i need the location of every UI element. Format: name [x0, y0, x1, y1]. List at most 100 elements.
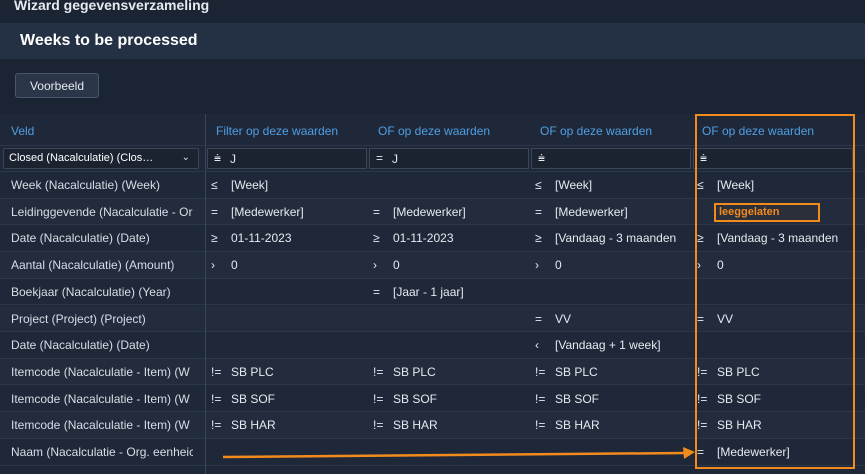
table-row[interactable]: Itemcode (Nacalculatie - Item) (W != SB HA… [0, 412, 865, 439]
filter-input-1-value: J [230, 152, 236, 166]
filter-input-4[interactable]: ⩧ [693, 148, 853, 169]
filter-value: 0 [231, 258, 238, 273]
row-filter-cell-4[interactable]: ≥ [Vandaag - 3 maanden [697, 225, 847, 251]
column-header-filter-1: Filter op deze waarden [216, 124, 339, 138]
row-filter-cell-1[interactable] [211, 332, 361, 358]
row-field-label: Naam (Nacalculatie - Org. eenheic [11, 445, 193, 459]
filter-value: SB HAR [717, 418, 762, 433]
row-filter-cell-2[interactable] [373, 306, 523, 332]
grid-header: Veld Filter op deze waarden OF op deze w… [0, 114, 865, 146]
row-filter-cell-3[interactable]: != SB PLC [535, 359, 685, 385]
filter-value: [Medewerker] [717, 445, 790, 459]
filter-value: SB PLC [717, 364, 760, 379]
filter-value: 01-11-2023 [231, 231, 292, 246]
filter-icon: ⩧ [214, 151, 222, 165]
table-row[interactable]: Week (Nacalculatie) (Week) ≤ [Week] ≤ [Week]… [0, 172, 865, 199]
filter-value: SB HAR [231, 418, 276, 433]
row-filter-cell-4[interactable] [697, 332, 847, 358]
row-filter-cell-1[interactable]: ≤ [Week] [211, 172, 361, 198]
row-filter-cell-3[interactable]: != SB HAR [535, 412, 685, 438]
row-filter-cell-3[interactable]: = [Medewerker] [535, 199, 685, 225]
row-filter-cell-3[interactable] [535, 279, 685, 305]
row-field-label: Itemcode (Nacalculatie - Item) (W [11, 391, 190, 406]
row-filter-cell-4[interactable]: = VV [697, 306, 847, 332]
filter-value: 0 [717, 258, 724, 273]
filter-value: SB SOF [555, 391, 600, 406]
row-filter-cell-2[interactable] [373, 172, 523, 198]
filter-input-3[interactable]: ⩧ [531, 148, 691, 169]
operator-symbol: = [211, 204, 219, 219]
operator-symbol: = [373, 284, 381, 299]
page-header: Weeks to be processed [0, 23, 865, 59]
operator-symbol: != [535, 391, 546, 406]
row-filter-cell-1[interactable] [211, 439, 361, 465]
row-filter-cell-1[interactable]: = [Medewerker] [211, 199, 361, 225]
operator-symbol: ≥ [373, 231, 380, 246]
row-filter-cell-2[interactable]: != SB SOF [373, 386, 523, 412]
operator-symbol: ≥ [535, 231, 542, 246]
row-filter-cell-1[interactable]: != SB SOF [211, 386, 361, 412]
row-filter-cell-4[interactable]: != SB PLC [697, 359, 847, 385]
table-row[interactable]: Itemcode (Nacalculatie - Item) (W != SB SO… [0, 386, 865, 413]
field-select[interactable]: Closed (Nacalculatie) (Clos… ⌄ [3, 148, 199, 169]
row-filter-cell-3[interactable]: ≥ [Vandaag - 3 maanden [535, 225, 685, 251]
row-filter-cell-2[interactable] [373, 439, 523, 465]
filter-value: [Vandaag - 3 maanden [555, 231, 677, 246]
row-filter-cell-1[interactable]: › 0 [211, 252, 361, 278]
row-filter-cell-1[interactable]: != SB HAR [211, 412, 361, 438]
filter-grid: Veld Filter op deze waarden OF op deze w… [0, 114, 865, 474]
row-filter-cell-4[interactable] [697, 279, 847, 305]
row-filter-cell-2[interactable]: != SB PLC [373, 359, 523, 385]
filter-value: [Jaar - 1 jaar] [393, 284, 464, 299]
row-filter-cell-2[interactable]: › 0 [373, 252, 523, 278]
table-row[interactable]: Aantal (Nacalculatie) (Amount) › 0 › 0 › 0 › 0 [0, 252, 865, 279]
operator-symbol: = [697, 311, 705, 326]
window-title: Wizard gegevensverzameling [14, 0, 210, 13]
table-row[interactable]: Date (Nacalculatie) (Date) ‹ [Vandaag + 1 … [0, 332, 865, 359]
table-row[interactable]: Project (Project) (Project) = VV = VV [0, 305, 865, 332]
filter-input-1[interactable]: ⩧ J [207, 148, 367, 169]
operator-symbol: ≥ [211, 231, 218, 246]
row-filter-cell-4[interactable]: != SB HAR [697, 412, 847, 438]
row-filter-cell-1[interactable]: ≥01-11-2023 [211, 225, 361, 251]
row-filter-cell-3[interactable]: › 0 [535, 252, 685, 278]
row-filter-cell-4[interactable]: = [Medewerker] [697, 439, 847, 465]
row-filter-cell-2[interactable]: != SB HAR [373, 412, 523, 438]
filter-icon: ⩧ [538, 151, 546, 165]
table-row[interactable]: Boekjaar (Nacalculatie) (Year) = [Jaar - 1… [0, 279, 865, 306]
row-filter-cell-3[interactable]: != SB SOF [535, 386, 685, 412]
operator-symbol: › [535, 258, 539, 273]
filter-value: VV [555, 311, 572, 326]
filter-value: [Week] [555, 178, 593, 192]
row-filter-cell-1[interactable] [211, 279, 361, 305]
operator-symbol: = [535, 311, 543, 326]
column-divider [205, 114, 206, 474]
operator-symbol: != [697, 391, 708, 406]
preview-button[interactable]: Voorbeeld [15, 73, 99, 98]
row-filter-cell-3[interactable]: ‹ [Vandaag + 1 week] [535, 332, 685, 358]
filter-value: SB PLC [555, 364, 598, 379]
row-filter-cell-2[interactable]: = [Medewerker] [373, 199, 523, 225]
operator-symbol: = [373, 204, 381, 219]
row-filter-cell-2[interactable] [373, 332, 523, 358]
table-row[interactable]: Date (Nacalculatie) (Date) ≥01-11-2023 ≥01… [0, 225, 865, 252]
table-row[interactable]: Naam (Nacalculatie - Org. eenheic = [Medew… [0, 439, 865, 466]
row-filter-cell-4[interactable]: › 0 [697, 252, 847, 278]
row-filter-cell-4[interactable]: != SB SOF [697, 386, 847, 412]
operator-symbol: != [373, 418, 384, 433]
row-filter-cell-4[interactable]: ≤ [Week] [697, 172, 847, 198]
table-row[interactable]: Itemcode (Nacalculatie - Item) (W != SB PL… [0, 358, 865, 386]
row-filter-cell-2[interactable]: = [Jaar - 1 jaar] [373, 279, 523, 305]
row-filter-cell-1[interactable]: != SB PLC [211, 359, 361, 385]
row-filter-cell-3[interactable] [535, 439, 685, 465]
row-filter-cell-1[interactable] [211, 306, 361, 332]
operator-symbol: != [697, 418, 708, 433]
filter-value: 01-11-2023 [393, 231, 454, 246]
row-filter-cell-3[interactable]: ≤ [Week] [535, 172, 685, 198]
row-filter-cell-3[interactable]: = VV [535, 306, 685, 332]
filter-input-2[interactable]: = J [369, 148, 529, 169]
row-filter-cell-2[interactable]: ≥01-11-2023 [373, 225, 523, 251]
row-field-label: Date (Nacalculatie) (Date) [11, 231, 150, 246]
row-field-label: Week (Nacalculatie) (Week) [11, 178, 160, 192]
filter-icon: ⩧ [700, 151, 708, 165]
